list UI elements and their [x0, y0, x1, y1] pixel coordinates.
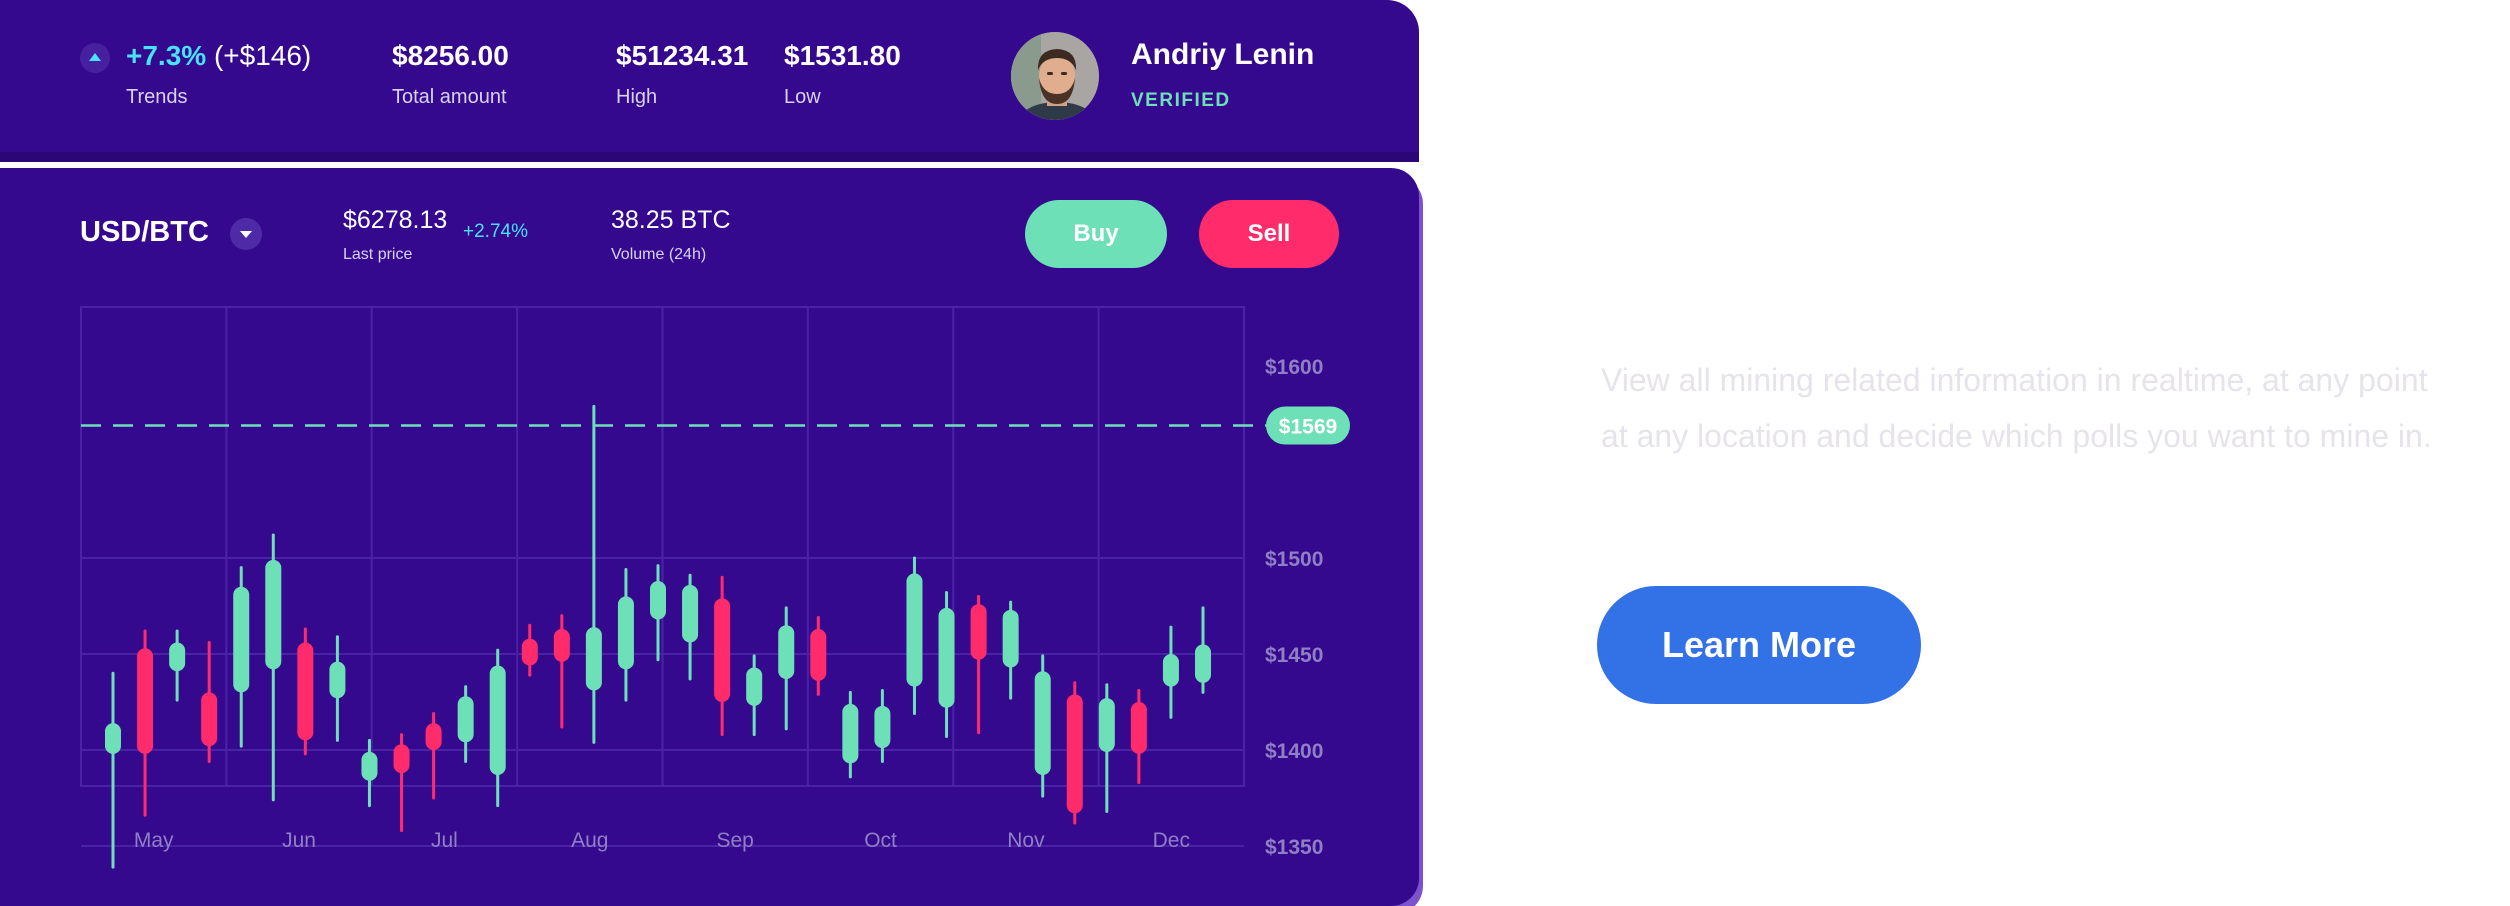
- y-tick-label: $1350: [1265, 836, 1323, 859]
- hero-description: View all mining related information in r…: [1601, 362, 2432, 454]
- total-amount-value: $8256.00: [392, 40, 509, 71]
- trend-value: +7.3% (+$146): [126, 40, 311, 72]
- candle-body: [585, 627, 602, 691]
- candle-body: [393, 744, 410, 774]
- user-name: Andriy Lenin: [1131, 38, 1315, 71]
- y-tick-label: $1600: [1265, 356, 1323, 379]
- candle-body: [1034, 671, 1051, 775]
- current-price-label: $1569: [1279, 416, 1337, 439]
- candle-body: [842, 703, 859, 764]
- candle-body: [810, 629, 827, 681]
- candle-body: [233, 586, 250, 693]
- candle-body: [778, 625, 795, 679]
- candlestick-chart: $1600 $1500 $1450 $1400 $1350 $1569 May Jun Jul A…: [80, 306, 1350, 869]
- learn-more-button[interactable]: Learn More: [1597, 586, 1921, 704]
- x-tick-label: Dec: [1153, 829, 1190, 852]
- trend-label: Trends: [126, 86, 188, 108]
- candle-body: [650, 581, 666, 620]
- candle-body: [617, 596, 634, 670]
- y-tick-label: $1500: [1265, 548, 1323, 571]
- candle-body: [105, 723, 121, 754]
- candle-body: [1066, 694, 1083, 814]
- candle-body: [201, 692, 218, 747]
- candle-body: [297, 642, 314, 741]
- stats-card: +7.3% (+$146) Trends $8256.00 Total amou…: [0, 0, 1419, 152]
- avatar[interactable]: [1011, 32, 1099, 120]
- x-tick-label: Aug: [571, 829, 608, 852]
- y-tick-label: $1400: [1265, 740, 1323, 763]
- candle-body: [1195, 644, 1211, 683]
- candle-body: [1098, 698, 1115, 752]
- trend-amount: (+$146): [213, 40, 312, 71]
- x-tick-label: Jun: [282, 829, 316, 852]
- trend-up-icon: [80, 43, 110, 73]
- candle-body: [1162, 654, 1179, 687]
- y-tick-label: $1450: [1265, 644, 1323, 667]
- x-tick-label: Nov: [1007, 829, 1045, 852]
- candle-body: [489, 665, 506, 775]
- x-tick-label: Jul: [431, 829, 458, 852]
- high-value: $51234.31: [616, 40, 749, 71]
- trend-percent: +7.3%: [126, 40, 207, 71]
- total-amount-label: Total amount: [392, 86, 507, 108]
- x-tick-label: May: [134, 829, 174, 852]
- candle-body: [425, 723, 442, 750]
- candle-body: [521, 638, 538, 666]
- high-label: High: [616, 86, 658, 108]
- x-tick-label: Oct: [864, 829, 897, 852]
- candle-body: [746, 667, 763, 706]
- candle-body: [970, 604, 987, 660]
- candle-body: [1130, 702, 1147, 754]
- candle-body: [714, 598, 731, 702]
- candle-body: [938, 607, 955, 708]
- candle-body: [906, 573, 923, 687]
- candle-body: [874, 705, 891, 749]
- low-value: $1531.80: [784, 40, 901, 71]
- chart-card: USD/BTC $6278.13 Last price +2.74% 38.25…: [0, 168, 1419, 906]
- low-label: Low: [784, 86, 821, 108]
- verified-badge: VERIFIED: [1131, 90, 1231, 111]
- candle-body: [265, 559, 282, 670]
- candle-body: [169, 642, 186, 672]
- candle-body: [137, 648, 154, 754]
- candle-body: [1002, 609, 1019, 668]
- candle-body: [682, 584, 699, 643]
- x-tick-label: Sep: [717, 829, 754, 852]
- user-avatar-portrait: [1011, 32, 1099, 120]
- candle-body: [553, 629, 570, 662]
- candle-body: [329, 661, 346, 699]
- candle-body: [457, 696, 474, 743]
- candle-body: [361, 751, 378, 781]
